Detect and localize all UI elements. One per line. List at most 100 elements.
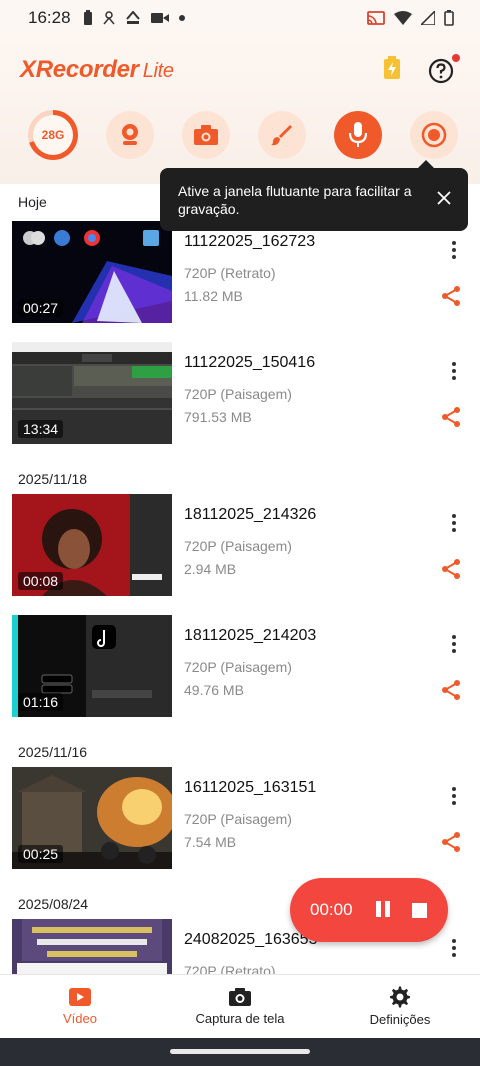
share-icon[interactable] bbox=[440, 831, 462, 853]
video-thumbnail[interactable]: 00:27 bbox=[12, 221, 172, 323]
nav-video[interactable]: Vídeo bbox=[0, 975, 160, 1038]
recording-resolution: 720P (Paisagem) bbox=[184, 659, 292, 675]
notification-app-icon bbox=[102, 11, 115, 25]
app-header: XRecorder Lite 28G bbox=[0, 36, 480, 184]
recording-resolution: 720P (Retrato) bbox=[184, 265, 276, 281]
recording-resolution: 720P (Paisagem) bbox=[184, 811, 292, 827]
storage-button[interactable]: 28G bbox=[28, 110, 78, 160]
more-options-icon[interactable] bbox=[446, 785, 462, 807]
video-thumbnail[interactable]: 00:08 bbox=[12, 494, 172, 596]
microphone-button[interactable] bbox=[334, 111, 382, 159]
nav-label: Definições bbox=[369, 1012, 431, 1027]
share-icon[interactable] bbox=[440, 679, 462, 701]
thumbnail-image bbox=[12, 919, 172, 974]
recordings-list[interactable]: Hoje 00:27 11122025_162723 720P (Retrato… bbox=[0, 184, 480, 974]
recording-name: 18112025_214326 bbox=[184, 506, 317, 523]
nav-settings[interactable]: Definições bbox=[320, 975, 480, 1038]
recording-item[interactable]: 00:27 11122025_162723 720P (Retrato) 11.… bbox=[0, 221, 480, 323]
pause-icon[interactable] bbox=[374, 901, 392, 919]
logo-lite-text: Lite bbox=[142, 60, 174, 82]
video-duration: 00:08 bbox=[18, 572, 64, 590]
recording-name: 16112025_163151 bbox=[184, 779, 317, 796]
wifi-icon bbox=[394, 11, 412, 25]
home-gesture-handle[interactable] bbox=[170, 1049, 310, 1054]
notification-icons bbox=[83, 10, 185, 26]
video-duration: 00:25 bbox=[18, 845, 64, 863]
tools-row: 28G bbox=[28, 110, 458, 160]
brush-icon bbox=[271, 125, 292, 146]
help-button[interactable] bbox=[428, 53, 460, 84]
floating-window-tooltip: Ative a janela flutuante para facilitar … bbox=[160, 160, 468, 231]
section-date: Hoje bbox=[18, 194, 47, 210]
video-thumbnail[interactable]: 00:25 bbox=[12, 767, 172, 869]
camera-icon bbox=[229, 988, 251, 1006]
recording-timer: 00:00 bbox=[310, 900, 353, 919]
webcam-button[interactable] bbox=[106, 111, 154, 159]
video-duration: 13:34 bbox=[18, 420, 64, 438]
storage-label: 28G bbox=[33, 115, 73, 155]
microphone-icon bbox=[348, 122, 368, 147]
video-thumbnail[interactable]: 13:34 bbox=[12, 342, 172, 444]
stop-icon[interactable] bbox=[412, 902, 427, 918]
recording-item[interactable]: 00:08 18112025_214326 720P (Paisagem) 2.… bbox=[0, 494, 480, 596]
tooltip-text: Ative a janela flutuante para facilitar … bbox=[178, 183, 412, 217]
recording-name: 24082025_163653 bbox=[184, 931, 318, 948]
video-duration: 01:16 bbox=[18, 693, 64, 711]
notification-dot bbox=[452, 53, 460, 62]
brush-button[interactable] bbox=[258, 111, 306, 159]
recording-size: 791.53 MB bbox=[184, 409, 252, 425]
video-duration: 00:27 bbox=[18, 299, 64, 317]
more-options-icon[interactable] bbox=[446, 512, 462, 534]
app-logo: XRecorder Lite bbox=[20, 56, 174, 84]
logo-main-text: XRecorder bbox=[20, 56, 139, 83]
system-navigation-bar bbox=[0, 1038, 480, 1066]
more-options-icon[interactable] bbox=[446, 633, 462, 655]
more-options-icon[interactable] bbox=[446, 239, 462, 261]
recording-size: 11.82 MB bbox=[184, 288, 243, 304]
battery-icon bbox=[444, 10, 454, 26]
close-icon[interactable] bbox=[436, 190, 452, 206]
recording-resolution: 720P (Paisagem) bbox=[184, 538, 292, 554]
section-date: 2025/11/16 bbox=[18, 744, 88, 760]
mm-app-icon bbox=[125, 11, 141, 25]
recording-size: 49.76 MB bbox=[184, 682, 244, 698]
share-icon[interactable] bbox=[440, 285, 462, 307]
webcam-icon bbox=[122, 124, 138, 145]
recording-item[interactable]: 00:25 16112025_163151 720P (Paisagem) 7.… bbox=[0, 767, 480, 869]
record-icon bbox=[421, 122, 447, 148]
premium-battery-button[interactable] bbox=[382, 56, 402, 85]
video-thumbnail[interactable]: 01:16 bbox=[12, 615, 172, 717]
status-time: 16:28 bbox=[28, 8, 71, 27]
signal-icon bbox=[421, 11, 435, 25]
nav-screenshot[interactable]: Captura de tela bbox=[160, 975, 320, 1038]
recording-size: 7.54 MB bbox=[184, 834, 237, 850]
cast-icon bbox=[367, 10, 385, 26]
section-date: 2025/11/18 bbox=[18, 471, 88, 487]
recording-item[interactable]: 13:34 11122025_150416 720P (Paisagem) 79… bbox=[0, 342, 480, 444]
more-options-icon[interactable] bbox=[446, 360, 462, 382]
section-date: 2025/08/24 bbox=[18, 896, 89, 912]
record-button[interactable] bbox=[410, 111, 458, 159]
video-icon bbox=[69, 988, 91, 1006]
video-thumbnail[interactable] bbox=[12, 919, 172, 974]
recording-name: 18112025_214203 bbox=[184, 627, 317, 644]
dot-icon bbox=[178, 15, 185, 21]
share-icon[interactable] bbox=[440, 406, 462, 428]
screenshot-button[interactable] bbox=[182, 111, 230, 159]
nav-label: Captura de tela bbox=[195, 1011, 285, 1026]
share-icon[interactable] bbox=[440, 558, 462, 580]
recording-resolution: 720P (Paisagem) bbox=[184, 386, 292, 402]
help-icon bbox=[428, 58, 454, 83]
video-camera-status-icon bbox=[150, 12, 169, 24]
gear-icon bbox=[390, 986, 410, 1008]
recording-resolution: 720P (Retrato) bbox=[184, 963, 276, 974]
bottom-nav: Vídeo Captura de tela Definições bbox=[0, 974, 480, 1038]
more-options-icon[interactable] bbox=[446, 937, 462, 959]
battery-saver-icon bbox=[83, 10, 93, 26]
floating-recorder[interactable]: 00:00 bbox=[290, 878, 448, 942]
status-bar: 16:28 bbox=[0, 0, 480, 36]
recording-size: 2.94 MB bbox=[184, 561, 237, 577]
nav-label: Vídeo bbox=[63, 1011, 97, 1026]
recording-name: 11122025_162723 bbox=[184, 233, 316, 250]
recording-item[interactable]: 01:16 18112025_214203 720P (Paisagem) 49… bbox=[0, 615, 480, 717]
